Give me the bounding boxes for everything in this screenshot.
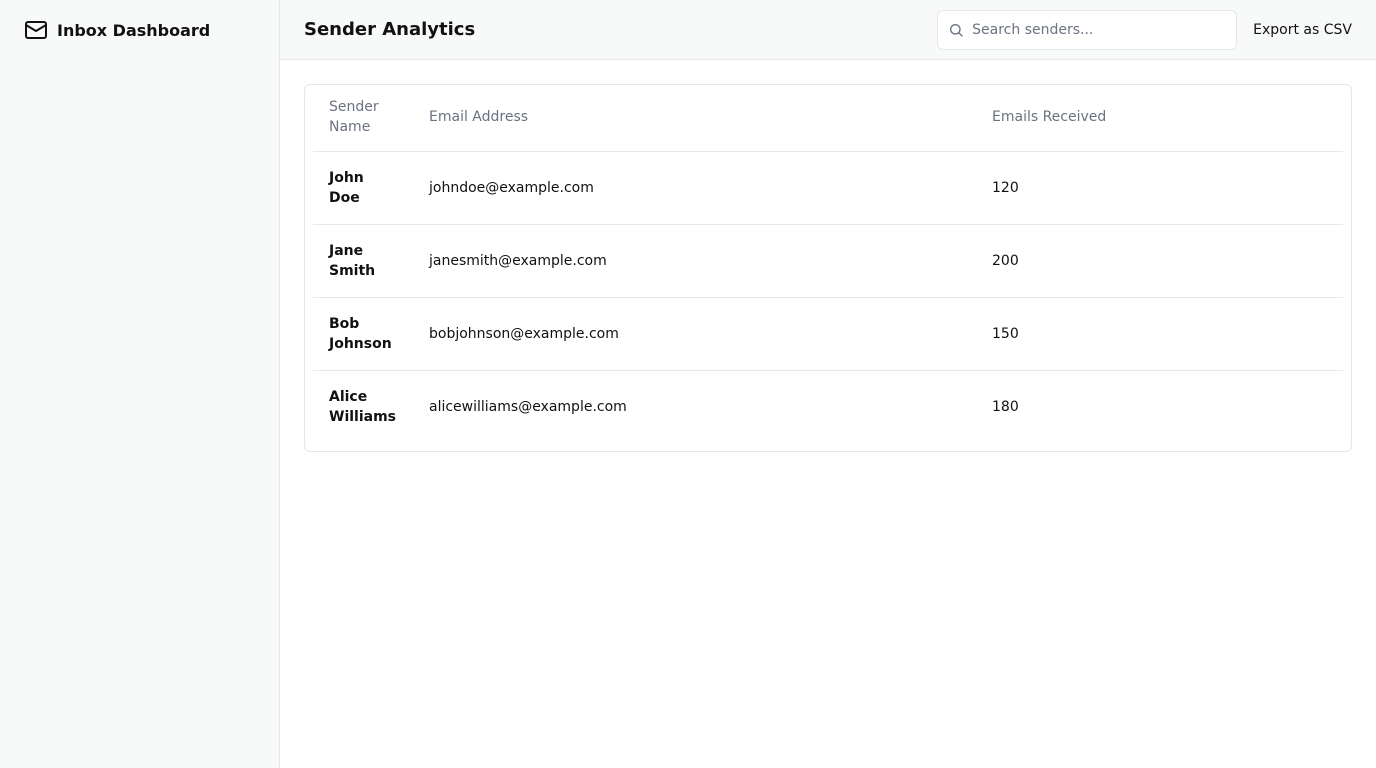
email-address-cell: bobjohnson@example.com — [413, 297, 976, 371]
main-area: Sender Analytics Export as CSV Sender Na — [280, 0, 1376, 768]
emails-received-cell: 180 — [992, 399, 1019, 415]
export-csv-button[interactable]: Export as CSV — [1253, 18, 1352, 42]
table-row[interactable]: Jane Smith janesmith@example.com 200 — [313, 224, 1343, 298]
column-header-emails-received[interactable]: Emails Received — [976, 85, 1343, 152]
sidebar: Inbox Dashboard — [0, 0, 280, 768]
sender-name-cell: Jane Smith — [313, 224, 413, 298]
email-address-cell: johndoe@example.com — [413, 151, 976, 225]
app-root: Inbox Dashboard Sender Analytics Export … — [0, 0, 1376, 768]
brand-title: Inbox Dashboard — [57, 20, 211, 40]
table-header-row: Sender Name Email Address Emails Receive… — [313, 85, 1343, 152]
table-row[interactable]: Bob Johnson bobjohnson@example.com 150 — [313, 297, 1343, 371]
search-icon — [948, 22, 964, 38]
email-address-cell: janesmith@example.com — [413, 224, 976, 298]
page-header: Sender Analytics Export as CSV — [280, 0, 1376, 60]
mail-icon — [24, 18, 48, 42]
emails-received-cell: 150 — [976, 297, 1343, 371]
content: Sender Name Email Address Emails Receive… — [280, 60, 1376, 476]
column-header-email-address[interactable]: Email Address — [413, 85, 976, 152]
page-title: Sender Analytics — [304, 19, 476, 40]
table-row[interactable]: Alice Williams alicewilliams@example.com… — [313, 371, 1343, 444]
sender-table-card: Sender Name Email Address Emails Receive… — [304, 84, 1352, 452]
sender-name-cell: John Doe — [313, 151, 413, 225]
brand[interactable]: Inbox Dashboard — [0, 0, 279, 60]
sender-name-cell: Alice Williams — [329, 389, 397, 425]
search-input[interactable] — [972, 21, 1223, 38]
emails-received-cell: 120 — [976, 151, 1343, 225]
sender-table: Sender Name Email Address Emails Receive… — [313, 85, 1343, 443]
search-box[interactable] — [937, 9, 1238, 50]
column-header-sender-name[interactable]: Sender Name — [313, 85, 413, 152]
emails-received-cell: 200 — [976, 224, 1343, 298]
email-address-cell: alicewilliams@example.com — [429, 399, 627, 415]
sender-name-cell: Bob Johnson — [313, 297, 413, 371]
table-row[interactable]: John Doe johndoe@example.com 120 — [313, 151, 1343, 225]
